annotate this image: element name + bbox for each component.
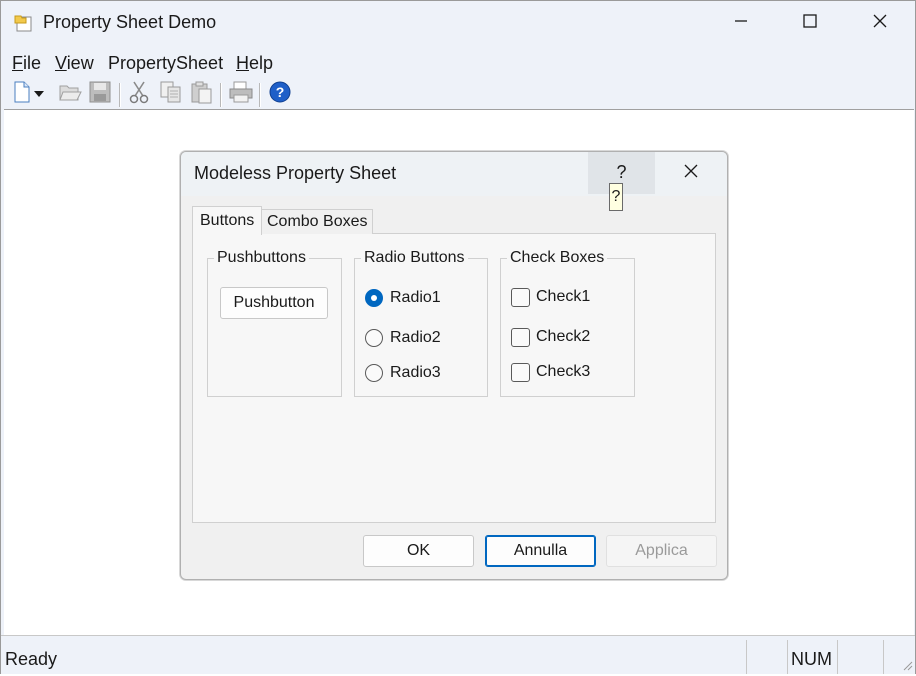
menu-file[interactable]: File — [12, 53, 41, 74]
checkbox-indicator[interactable] — [511, 288, 530, 307]
help-icon: ? — [269, 81, 291, 108]
group-check-boxes: Check Boxes Check1 Check2 Check3 — [500, 249, 635, 397]
paste-button[interactable] — [189, 80, 215, 108]
resize-grip-icon[interactable] — [901, 658, 913, 676]
copy-icon — [159, 80, 183, 109]
status-bar: Ready NUM — [1, 635, 915, 674]
open-button[interactable] — [57, 80, 83, 108]
open-icon — [58, 81, 82, 108]
checkbox-indicator[interactable] — [511, 328, 530, 347]
tab-combo-boxes[interactable]: Combo Boxes — [261, 209, 373, 234]
cut-button[interactable] — [126, 80, 152, 108]
new-dropdown-button[interactable] — [31, 80, 47, 108]
status-pane-divider — [837, 640, 838, 674]
group-label: Check Boxes — [507, 249, 608, 267]
close-icon — [872, 13, 888, 34]
group-pushbuttons: Pushbuttons Pushbutton — [207, 249, 342, 397]
radio-indicator[interactable] — [365, 329, 383, 347]
print-button[interactable] — [228, 80, 254, 108]
checkbox-indicator[interactable] — [511, 363, 530, 382]
folder-document-icon — [14, 12, 34, 32]
checkbox-label: Check2 — [536, 328, 591, 345]
apply-button: Applica — [606, 535, 717, 567]
close-icon — [683, 163, 699, 184]
property-sheet-dialog: Modeless Property Sheet ? ? Pushbuttons … — [180, 151, 728, 580]
cancel-button[interactable]: Annulla — [485, 535, 596, 567]
menu-bar: File View PropertySheet Help — [1, 49, 915, 77]
radio-label: Radio3 — [390, 364, 441, 381]
radio-label: Radio2 — [390, 329, 441, 346]
dialog-close-button[interactable] — [661, 152, 721, 194]
minimize-icon — [733, 13, 749, 34]
new-file-icon — [12, 81, 32, 108]
toolbar-separator — [220, 83, 222, 107]
save-button[interactable] — [87, 80, 113, 108]
radio-indicator[interactable] — [365, 364, 383, 382]
window-title: Property Sheet Demo — [43, 12, 217, 32]
checkbox-label: Check3 — [536, 363, 591, 380]
svg-text:?: ? — [276, 84, 285, 100]
status-pane-divider — [883, 640, 884, 674]
toolbar-separator — [119, 83, 121, 107]
maximize-icon — [802, 13, 818, 34]
tab-panel-buttons: Pushbuttons Pushbutton Radio Buttons Rad… — [192, 233, 716, 523]
minimize-button[interactable] — [718, 1, 764, 45]
radio-checked-indicator[interactable] — [365, 289, 383, 307]
save-icon — [89, 81, 111, 108]
status-text: Ready — [5, 649, 58, 669]
toolbar-separator — [259, 83, 261, 107]
pushbutton[interactable]: Pushbutton — [220, 287, 328, 319]
dialog-title-bar[interactable]: Modeless Property Sheet ? — [181, 152, 727, 196]
group-label: Radio Buttons — [361, 249, 468, 267]
status-pane-divider — [746, 640, 747, 674]
help-tooltip: ? — [609, 183, 623, 211]
status-pane-divider — [787, 640, 788, 674]
checkbox-label: Check1 — [536, 288, 591, 305]
menu-help[interactable]: Help — [236, 53, 273, 74]
cut-icon — [128, 80, 150, 109]
radio-label: Radio1 — [390, 289, 441, 306]
maximize-button[interactable] — [787, 1, 833, 45]
menu-propertysheet[interactable]: PropertySheet — [108, 53, 223, 74]
help-button[interactable]: ? — [267, 80, 293, 108]
group-radio-buttons: Radio Buttons Radio1 Radio2 Radio3 — [354, 249, 488, 397]
close-button[interactable] — [857, 1, 903, 45]
print-icon — [228, 80, 254, 109]
group-label: Pushbuttons — [214, 249, 309, 267]
ok-button[interactable]: OK — [363, 535, 474, 567]
dialog-title: Modeless Property Sheet — [194, 163, 397, 183]
dropdown-arrow-icon — [33, 85, 45, 103]
copy-button[interactable] — [158, 80, 184, 108]
paste-icon — [190, 80, 214, 109]
num-lock-indicator: NUM — [791, 649, 832, 669]
title-bar[interactable]: Property Sheet Demo — [1, 1, 915, 45]
tab-buttons[interactable]: Buttons — [192, 206, 262, 235]
menu-view[interactable]: View — [55, 53, 94, 74]
tab-label: Buttons — [200, 212, 255, 229]
toolbar: ? — [1, 80, 915, 110]
tab-label: Combo Boxes — [267, 213, 368, 230]
